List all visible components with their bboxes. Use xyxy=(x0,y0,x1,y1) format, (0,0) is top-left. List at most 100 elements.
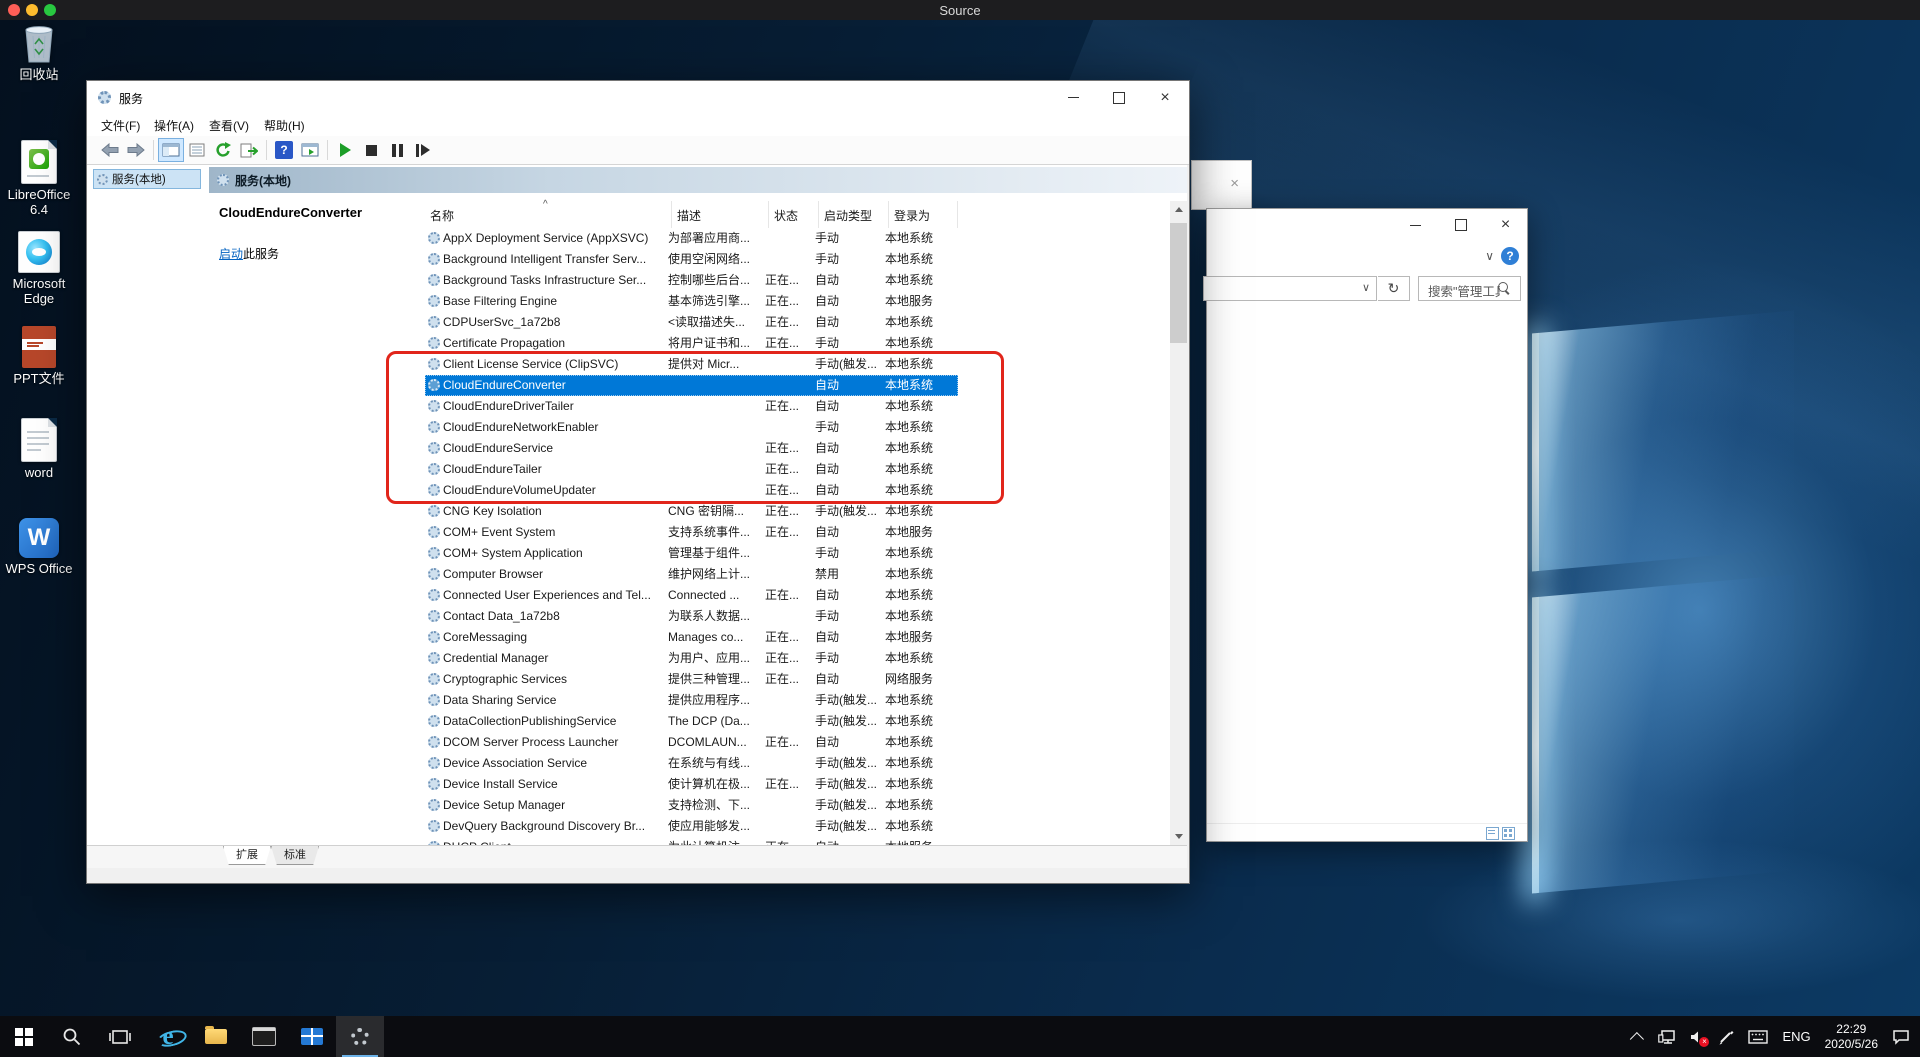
scroll-down-button[interactable] xyxy=(1170,828,1187,845)
menu-help[interactable]: 帮助(H) xyxy=(264,117,305,134)
task-view-button[interactable] xyxy=(96,1016,144,1057)
service-description: DCOMLAUN... xyxy=(668,732,765,753)
column-header-name[interactable]: 名称 xyxy=(425,201,672,228)
service-row[interactable]: Device Association Service在系统与有线...手动(触发… xyxy=(425,753,958,774)
desktop-icon-word[interactable]: word xyxy=(0,418,78,480)
service-row[interactable]: Device Setup Manager支持检测、下...手动(触发...本地系… xyxy=(425,795,958,816)
service-row[interactable]: Background Intelligent Transfer Serv...使… xyxy=(425,249,958,270)
desktop-icon-recycle-bin[interactable]: 回收站 xyxy=(0,22,78,82)
menu-file[interactable]: 文件(F) xyxy=(101,117,140,134)
service-row[interactable]: CloudEndureTailer正在...自动本地系统 xyxy=(425,459,958,480)
desktop-icon-ppt[interactable]: PPT文件 xyxy=(0,326,78,386)
service-row[interactable]: Client License Service (ClipSVC)提供对 Micr… xyxy=(425,354,958,375)
service-row[interactable]: CNG Key IsolationCNG 密钥隔...正在...手动(触发...… xyxy=(425,501,958,522)
menu-view[interactable]: 查看(V) xyxy=(209,117,249,134)
action-center-button[interactable] xyxy=(1892,1029,1910,1045)
service-row[interactable]: COM+ Event System支持系统事件...正在...自动本地服务 xyxy=(425,522,958,543)
service-row[interactable]: Contact Data_1a72b8为联系人数据...手动本地系统 xyxy=(425,606,958,627)
tray-touch-keyboard-button[interactable] xyxy=(1748,1030,1768,1044)
tab-extended[interactable]: 扩展 xyxy=(223,846,271,865)
windows-logo-icon xyxy=(15,1028,33,1046)
service-row[interactable]: CoreMessagingManages co...正在...自动本地服务 xyxy=(425,627,958,648)
service-row[interactable]: Certificate Propagation将用户证书和...正在...手动本… xyxy=(425,333,958,354)
services-titlebar[interactable]: 服务 × xyxy=(87,81,1189,114)
start-service-button[interactable] xyxy=(332,138,358,162)
restart-service-button[interactable] xyxy=(410,138,436,162)
desktop-icon-wps[interactable]: W WPS Office xyxy=(0,518,78,576)
service-row[interactable]: Computer Browser维护网络上计...禁用本地系统 xyxy=(425,564,958,585)
service-row[interactable]: COM+ System Application管理基于组件...手动本地系统 xyxy=(425,543,958,564)
taskbar-console-button[interactable] xyxy=(240,1016,288,1057)
service-row[interactable]: CloudEndureNetworkEnabler手动本地系统 xyxy=(425,417,958,438)
thumbnail-view-icon[interactable] xyxy=(1502,827,1515,840)
search-box[interactable]: 搜索"管理工具" xyxy=(1418,276,1521,301)
vertical-scrollbar[interactable] xyxy=(1170,201,1187,845)
explorer-titlebar[interactable]: × xyxy=(1207,209,1527,241)
extended-view-button[interactable] xyxy=(297,138,323,162)
refresh-button[interactable] xyxy=(210,138,236,162)
tray-expand-button[interactable] xyxy=(1634,1032,1644,1042)
service-row[interactable]: Base Filtering Engine基本筛选引擎...正在...自动本地服… xyxy=(425,291,958,312)
service-row[interactable]: DataCollectionPublishingServiceThe DCP (… xyxy=(425,711,958,732)
tray-clock[interactable]: 22:29 2020/5/26 xyxy=(1825,1022,1878,1052)
service-row[interactable]: CloudEndureDriverTailer正在...自动本地系统 xyxy=(425,396,958,417)
tray-network-button[interactable] xyxy=(1658,1029,1676,1045)
service-row[interactable]: CloudEndureVolumeUpdater正在...自动本地系统 xyxy=(425,480,958,501)
tab-standard[interactable]: 标准 xyxy=(271,846,319,865)
maximize-button[interactable] xyxy=(1438,209,1483,241)
console-tree-toggle-button[interactable] xyxy=(158,138,184,162)
menu-action[interactable]: 操作(A) xyxy=(154,117,194,134)
close-button[interactable]: × xyxy=(1142,81,1188,114)
ribbon-collapse-icon[interactable]: ∨ xyxy=(1485,249,1494,263)
service-row[interactable]: AppX Deployment Service (AppXSVC)为部署应用商.… xyxy=(425,228,958,249)
tray-pen-button[interactable] xyxy=(1718,1029,1734,1045)
back-button[interactable] xyxy=(97,138,123,162)
start-button[interactable] xyxy=(0,1016,48,1057)
pause-service-button[interactable] xyxy=(384,138,410,162)
column-header-status[interactable]: 状态 xyxy=(769,201,819,228)
stop-service-button[interactable] xyxy=(358,138,384,162)
taskbar-file-explorer-button[interactable] xyxy=(192,1016,240,1057)
taskbar-blue-app-button[interactable] xyxy=(288,1016,336,1057)
desktop-icon-edge[interactable]: Microsoft Edge xyxy=(0,231,78,306)
forward-button[interactable] xyxy=(123,138,149,162)
service-row[interactable]: Connected User Experiences and Tel...Con… xyxy=(425,585,958,606)
column-header-startup[interactable]: 启动类型 xyxy=(819,201,889,228)
service-row[interactable]: DevQuery Background Discovery Br...使应用能够… xyxy=(425,816,958,837)
start-service-link[interactable]: 启动 xyxy=(219,247,243,261)
export-list-button[interactable] xyxy=(236,138,262,162)
minimize-button[interactable] xyxy=(1393,209,1438,241)
tray-volume-button[interactable]: × xyxy=(1690,1030,1704,1044)
properties-button[interactable] xyxy=(184,138,210,162)
address-dropdown-icon[interactable]: ∨ xyxy=(1362,281,1370,294)
taskbar-services-button[interactable] xyxy=(336,1016,384,1057)
scrollbar-thumb[interactable] xyxy=(1170,223,1187,343)
tray-language-indicator[interactable]: ENG xyxy=(1782,1029,1810,1044)
taskbar-ie-button[interactable]: e xyxy=(144,1016,192,1057)
service-row[interactable]: Device Install Service使计算机在极...正在...手动(触… xyxy=(425,774,958,795)
refresh-button[interactable]: ↻ xyxy=(1378,276,1410,301)
tree-item-services-local[interactable]: 服务(本地) xyxy=(93,169,201,189)
column-header-desc[interactable]: 描述 xyxy=(672,201,769,228)
service-row[interactable]: CloudEndureService正在...自动本地系统 xyxy=(425,438,958,459)
list-view-icon[interactable] xyxy=(1486,827,1499,840)
service-row[interactable]: Credential Manager为用户、应用...正在...手动本地系统 xyxy=(425,648,958,669)
service-row[interactable]: DCOM Server Process LauncherDCOMLAUN...正… xyxy=(425,732,958,753)
help-icon[interactable]: ? xyxy=(1501,247,1519,265)
scroll-up-button[interactable] xyxy=(1170,201,1187,218)
service-row[interactable]: Cryptographic Services提供三种管理...正在...自动网络… xyxy=(425,669,958,690)
close-button[interactable]: × xyxy=(1483,209,1528,241)
column-header-logon[interactable]: 登录为 xyxy=(889,201,958,228)
service-row[interactable]: CloudEndureConverter自动本地系统 xyxy=(425,375,958,396)
close-icon[interactable]: × xyxy=(1230,175,1239,192)
address-bar[interactable]: ∨ xyxy=(1203,276,1377,301)
service-row[interactable]: Data Sharing Service提供应用程序...手动(触发...本地系… xyxy=(425,690,958,711)
maximize-button[interactable] xyxy=(1096,81,1142,114)
minimize-button[interactable] xyxy=(1050,81,1096,114)
service-row[interactable]: Background Tasks Infrastructure Ser...控制… xyxy=(425,270,958,291)
service-row[interactable]: CDPUserSvc_1a72b8<读取描述失...正在...自动本地系统 xyxy=(425,312,958,333)
taskbar-search-button[interactable] xyxy=(48,1016,96,1057)
help-button[interactable]: ? xyxy=(271,138,297,162)
desktop-icon-libreoffice[interactable]: LibreOffice 6.4 xyxy=(0,140,78,217)
service-row[interactable]: DHCP Client为此计算机注...正在...自动本地服务 xyxy=(425,837,958,845)
